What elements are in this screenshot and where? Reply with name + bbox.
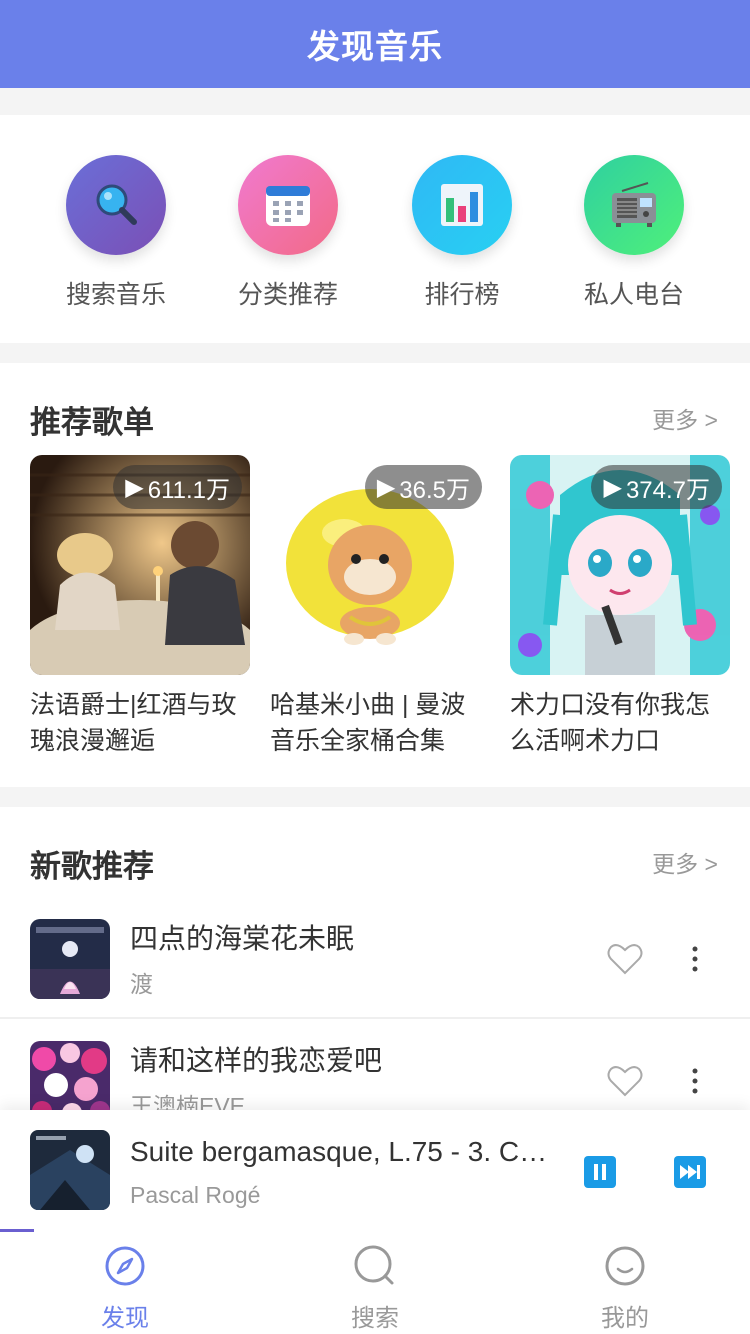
heart-icon[interactable] (605, 1061, 645, 1101)
quick-label: 搜索音乐 (65, 281, 166, 309)
quick-search-music[interactable]: 搜索音乐 (41, 155, 191, 311)
play-icon: ▶ (125, 473, 144, 501)
more-vertical-icon[interactable] (680, 1063, 710, 1103)
playlist-cover: ▶ 36.5万 (270, 455, 490, 675)
quick-actions: 搜索音乐 分类推荐 排行榜 私人电台 (0, 115, 750, 343)
quick-label: 私人电台 (583, 281, 684, 309)
play-count-badge: ▶ 611.1万 (113, 465, 242, 509)
search-icon (354, 1245, 394, 1285)
playlist-card[interactable]: ▶ 611.1万 法语爵士|红酒与玫瑰浪漫邂逅 (30, 455, 250, 759)
playlist-name: 术力口没有你我怎么活啊术力口 (510, 691, 711, 755)
song-title: 四点的海棠花未眠 (130, 923, 355, 954)
smile-icon (605, 1246, 645, 1286)
quick-label: 分类推荐 (237, 281, 338, 309)
tab-mine[interactable]: 我的 (500, 1244, 750, 1333)
playlists-more-link[interactable]: 更多 > (652, 401, 718, 435)
play-count-badge: ▶ 36.5万 (364, 465, 482, 509)
tab-label: 搜索 (351, 1305, 399, 1332)
page-title: 发现音乐 (307, 28, 443, 65)
play-icon: ▶ (603, 473, 622, 501)
tab-bar: 发现 搜索 我的 (0, 1232, 750, 1334)
song-artist: 渡 (130, 971, 153, 997)
tab-discover[interactable]: 发现 (0, 1244, 250, 1333)
calendar-icon (238, 155, 338, 255)
heart-icon[interactable] (605, 939, 645, 979)
next-track-icon[interactable] (674, 1156, 706, 1188)
section-title: 推荐歌单 (30, 405, 154, 440)
song-cover (30, 1041, 110, 1121)
compass-icon (105, 1246, 145, 1286)
tab-label: 我的 (601, 1305, 649, 1332)
play-count-badge: ▶ 374.7万 (591, 465, 722, 509)
tab-search[interactable]: 搜索 (250, 1244, 500, 1333)
quick-radio[interactable]: 私人电台 (559, 155, 709, 311)
play-count: 36.5万 (399, 476, 470, 504)
recommended-playlists: 推荐歌单 更多 > ▶ 611.1万 法语爵士|红酒与玫瑰浪漫邂逅 ▶ 36.5… (0, 363, 750, 787)
quick-label: 排行榜 (424, 281, 500, 309)
play-count: 611.1万 (147, 476, 230, 504)
playlist-name: 哈基米小曲 | 曼波音乐全家桶合集 (270, 691, 466, 755)
player-cover (30, 1130, 110, 1210)
radio-icon (584, 155, 684, 255)
song-cover (30, 919, 110, 999)
playlist-name: 法语爵士|红酒与玫瑰浪漫邂逅 (30, 691, 237, 755)
playlist-cover: ▶ 611.1万 (30, 455, 250, 675)
play-count: 374.7万 (625, 476, 710, 504)
playlist-card[interactable]: ▶ 36.5万 哈基米小曲 | 曼波音乐全家桶合集 (270, 455, 490, 759)
mini-player[interactable]: Suite bergamasque, L.75 - 3. Clair de lu… (0, 1110, 750, 1232)
search-icon (66, 155, 166, 255)
now-playing-artist: Pascal Rogé (130, 1182, 261, 1208)
new-songs: 新歌推荐 更多 > 四点的海棠花未眠 渡 请和这样的我恋爱吧 王澳楠EVE (0, 807, 750, 1121)
new-songs-more-link[interactable]: 更多 > (652, 845, 718, 879)
quick-ranking[interactable]: 排行榜 (387, 155, 537, 311)
app-header: 发现音乐 (0, 0, 750, 88)
song-row[interactable]: 四点的海棠花未眠 渡 (0, 899, 750, 1019)
now-playing-title: Suite bergamasque, L.75 - 3. Clair de lu… (130, 1136, 550, 1167)
more-vertical-icon[interactable] (680, 941, 710, 981)
quick-category[interactable]: 分类推荐 (213, 155, 363, 311)
section-title: 新歌推荐 (30, 849, 154, 884)
pause-icon[interactable] (584, 1156, 616, 1188)
playlist-cover: ▶ 374.7万 (510, 455, 730, 675)
playlist-card[interactable]: ▶ 374.7万 术力口没有你我怎么活啊术力口 (510, 455, 730, 759)
bar-chart-icon (412, 155, 512, 255)
play-icon: ▶ (376, 473, 396, 501)
tab-label: 发现 (101, 1305, 149, 1332)
song-title: 请和这样的我恋爱吧 (130, 1045, 383, 1076)
